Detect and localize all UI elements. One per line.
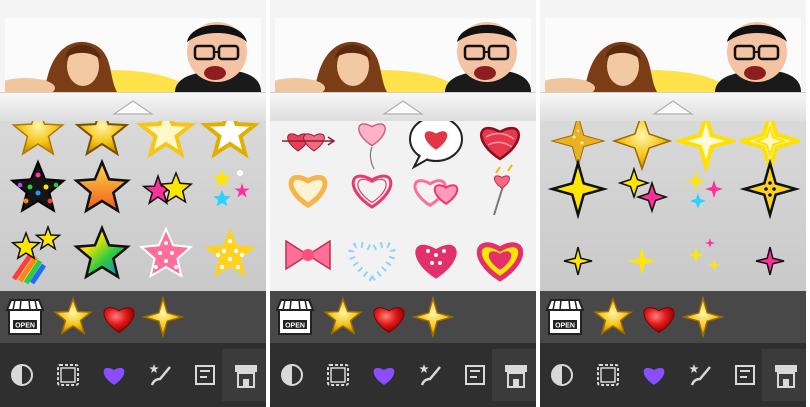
- heart-yellow-pink-icon[interactable]: [470, 225, 530, 290]
- open-sign-label: OPEN: [285, 323, 305, 330]
- sparkle-dotted-icon[interactable]: [739, 158, 801, 224]
- chevron-up-icon: [652, 100, 694, 115]
- star-black-dots-icon[interactable]: [8, 159, 68, 224]
- sparkle-recent-icon[interactable]: [681, 295, 725, 339]
- stars-pink-yellow-icon[interactable]: [136, 159, 196, 224]
- shop-open-icon[interactable]: OPEN: [544, 296, 586, 338]
- open-sign-label: OPEN: [15, 323, 35, 330]
- chevron-up-icon: [382, 100, 424, 115]
- sticker-grid: [540, 121, 806, 291]
- text-icon[interactable]: [728, 357, 764, 393]
- sticker-tool-icon[interactable]: [762, 349, 806, 401]
- collapse-handle[interactable]: [540, 92, 806, 122]
- sticker-tool-icon[interactable]: [222, 349, 266, 401]
- screen-hearts: OPEN: [270, 0, 536, 407]
- sparkle-pink-small-icon[interactable]: [740, 225, 800, 290]
- contrast-icon[interactable]: [4, 357, 40, 393]
- sticker-tool-icon[interactable]: [492, 349, 536, 401]
- sticker-grid: [270, 121, 536, 291]
- photo-preview: [275, 18, 531, 92]
- shooting-star-rainbow-icon[interactable]: [8, 224, 68, 290]
- hearts-double-icon[interactable]: [406, 159, 466, 224]
- star-pink-dots-icon[interactable]: [136, 225, 196, 290]
- frame-icon[interactable]: [50, 357, 86, 393]
- recent-stickers-bar: OPEN: [0, 291, 266, 343]
- heart-tool-icon[interactable]: [96, 357, 132, 393]
- heart-tool-icon[interactable]: [636, 357, 672, 393]
- heart-outline-orange-icon[interactable]: [278, 159, 338, 224]
- star-yellow-dots-icon[interactable]: [200, 225, 260, 290]
- star-rainbow-icon[interactable]: [72, 224, 132, 290]
- sparkle-recent-icon[interactable]: [141, 295, 185, 339]
- heart-outline-pink-icon[interactable]: [342, 159, 402, 224]
- sparkle-yellow-icon[interactable]: [547, 158, 609, 224]
- stars-sparkle-small-icon[interactable]: [200, 159, 260, 224]
- heart-recent-icon[interactable]: [368, 296, 410, 338]
- sparkle-small-yellow-icon[interactable]: [612, 225, 672, 290]
- sparkles-tiny-icon[interactable]: [676, 225, 736, 290]
- heart-recent-icon[interactable]: [98, 296, 140, 338]
- heart-wand-icon[interactable]: [470, 159, 530, 224]
- open-sign-label: OPEN: [555, 323, 575, 330]
- heart-tool-icon[interactable]: [366, 357, 402, 393]
- text-icon[interactable]: [188, 357, 224, 393]
- contrast-icon[interactable]: [544, 357, 580, 393]
- app-screens: OPEN OPEN OPEN: [0, 0, 810, 407]
- frame-icon[interactable]: [320, 357, 356, 393]
- collapse-handle[interactable]: [0, 92, 266, 122]
- heart-recent-icon[interactable]: [638, 296, 680, 338]
- bow-pink-icon[interactable]: [278, 225, 338, 290]
- heart-pink-dots-icon[interactable]: [406, 225, 466, 290]
- chevron-up-icon: [112, 100, 154, 115]
- brush-icon[interactable]: [682, 357, 718, 393]
- sticker-grid: [0, 121, 266, 291]
- shop-open-icon[interactable]: OPEN: [4, 296, 46, 338]
- contrast-icon[interactable]: [274, 357, 310, 393]
- frame-icon[interactable]: [590, 357, 626, 393]
- sparkles-small-colored-icon[interactable]: [676, 159, 736, 224]
- recent-stickers-bar: OPEN: [270, 291, 536, 343]
- bottom-toolbar: [270, 343, 536, 407]
- brush-icon[interactable]: [412, 357, 448, 393]
- bottom-toolbar: [540, 343, 806, 407]
- recent-stickers-bar: OPEN: [540, 291, 806, 343]
- bottom-toolbar: [0, 343, 266, 407]
- star-orange-icon[interactable]: [72, 158, 132, 224]
- sparkle-recent-icon[interactable]: [411, 295, 455, 339]
- screen-stars: OPEN: [0, 0, 266, 407]
- photo-preview: [5, 18, 261, 92]
- photo-preview: [545, 18, 801, 92]
- screen-sparkles: OPEN: [540, 0, 806, 407]
- shop-open-icon[interactable]: OPEN: [274, 296, 316, 338]
- text-icon[interactable]: [458, 357, 494, 393]
- sparkle-small-outline-icon[interactable]: [548, 225, 608, 290]
- sparkles-yellow-pink-icon[interactable]: [612, 159, 672, 224]
- star-recent-icon[interactable]: [322, 296, 364, 338]
- heart-blue-dots-icon[interactable]: [342, 225, 402, 290]
- star-recent-icon[interactable]: [592, 296, 634, 338]
- collapse-handle[interactable]: [270, 92, 536, 122]
- star-recent-icon[interactable]: [52, 296, 94, 338]
- brush-icon[interactable]: [142, 357, 178, 393]
